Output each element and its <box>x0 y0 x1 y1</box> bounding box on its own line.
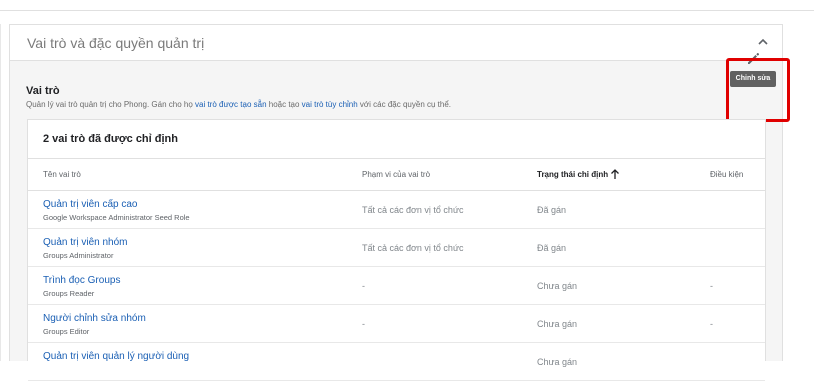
column-header-scope: Phạm vi của vai trò <box>362 170 431 179</box>
role-scope: Tất cả các đơn vị tổ chức <box>362 205 464 215</box>
role-name-link[interactable]: Trình đọc Groups <box>43 275 120 286</box>
role-name-link[interactable]: Quản trị viên nhóm <box>43 237 128 248</box>
table-header-row: Tên vai trò Phạm vi của vai trò Trạng th… <box>28 158 765 191</box>
table-row: Người chỉnh sửa nhóm Groups Editor - Chư… <box>28 305 765 343</box>
role-scope: - <box>362 319 365 329</box>
column-header-conditions: Điều kiện <box>710 170 744 179</box>
role-subtitle: Groups Administrator <box>43 251 114 260</box>
panel-title: Vai trò và đặc quyền quản trị <box>27 35 205 51</box>
panel-header[interactable]: Vai trò và đặc quyền quản trị <box>10 25 782 61</box>
roles-section-description: Quản lý vai trò quản trị cho Phong. Gán … <box>26 100 451 109</box>
annotation-highlight-box <box>726 58 790 122</box>
role-scope: - <box>362 281 365 291</box>
role-subtitle: Groups Reader <box>43 289 95 298</box>
roles-table: 2 vai trò đã được chỉ định Tên vai trò P… <box>27 119 766 381</box>
column-header-status[interactable]: Trạng thái chỉ định <box>537 170 608 179</box>
top-bar <box>0 0 814 11</box>
custom-roles-link[interactable]: vai trò tùy chỉnh <box>302 100 358 109</box>
role-status: Đã gán <box>537 205 567 215</box>
desc-text-middle: hoặc tạo <box>266 100 302 109</box>
table-heading: 2 vai trò đã được chỉ định <box>43 133 178 145</box>
desc-text-suffix: với các đặc quyền cụ thể. <box>357 100 451 109</box>
desc-text-prefix: Quản lý vai trò quản trị cho Phong. Gán … <box>26 100 195 109</box>
table-row: Quản trị viên nhóm Groups Administrator … <box>28 229 765 267</box>
table-row: Trình đọc Groups Groups Reader - Chưa gá… <box>28 267 765 305</box>
left-divider <box>0 24 1 361</box>
arrow-up-icon[interactable] <box>610 168 620 180</box>
table-row: Quản trị viên quản lý người dùng Chưa gá… <box>28 343 765 381</box>
roles-section-title: Vai trò <box>26 85 60 97</box>
role-status: Chưa gán <box>537 319 578 329</box>
role-conditions: - <box>710 319 713 329</box>
role-status: Chưa gán <box>537 281 578 291</box>
role-name-link[interactable]: Quản trị viên cấp cao <box>43 199 138 210</box>
role-status: Chưa gán <box>537 357 578 367</box>
role-scope: Tất cả các đơn vị tổ chức <box>362 243 464 253</box>
prebuilt-roles-link[interactable]: vai trò được tạo sẵn <box>195 100 267 109</box>
role-subtitle: Google Workspace Administrator Seed Role <box>43 213 190 222</box>
role-name-link[interactable]: Người chỉnh sửa nhóm <box>43 313 146 324</box>
column-header-name: Tên vai trò <box>43 170 81 179</box>
table-row: Quản trị viên cấp cao Google Workspace A… <box>28 191 765 229</box>
role-subtitle: Groups Editor <box>43 327 90 336</box>
role-conditions: - <box>710 281 713 291</box>
role-status: Đã gán <box>537 243 567 253</box>
role-name-link[interactable]: Quản trị viên quản lý người dùng <box>43 351 189 362</box>
